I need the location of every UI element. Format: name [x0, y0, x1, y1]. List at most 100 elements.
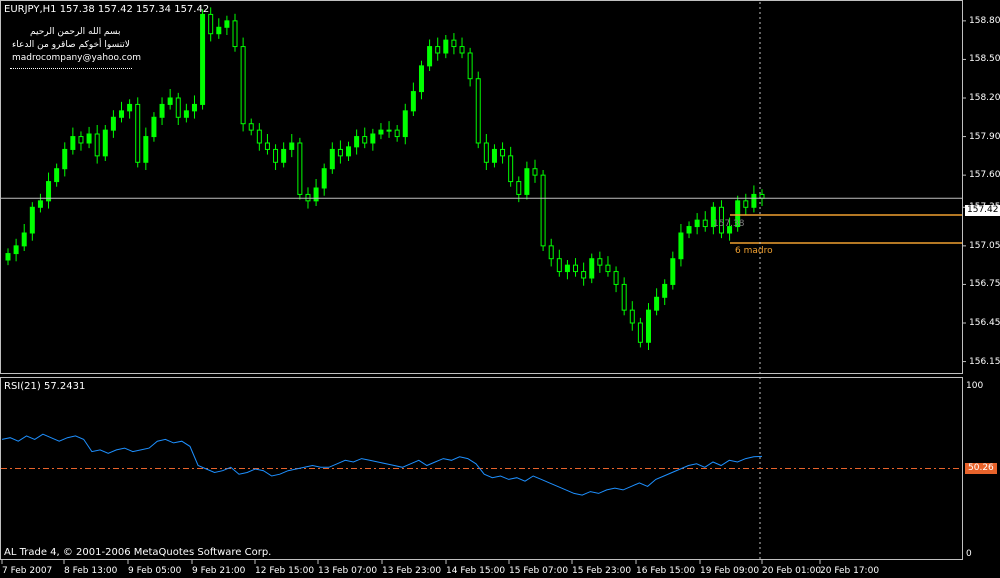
candle-bear: [573, 264, 579, 273]
candle-bull: [289, 142, 295, 150]
candle-bear: [532, 168, 538, 176]
comment-underline: [10, 68, 132, 69]
candle-bull: [127, 103, 133, 112]
candle-bull: [670, 258, 676, 285]
candle-bear: [467, 52, 473, 80]
candle-bull: [418, 65, 424, 93]
candle-bear: [475, 78, 481, 144]
candle-bull: [751, 193, 757, 208]
candle-bull: [346, 146, 352, 157]
candle-bull: [183, 110, 189, 118]
time-label: 9 Feb 05:00: [128, 566, 182, 576]
candle-bear: [621, 283, 627, 311]
time-label: 13 Feb 07:00: [318, 566, 378, 576]
candle-bull: [151, 116, 157, 138]
time-label: 12 Feb 15:00: [255, 566, 315, 576]
candle-bull: [313, 187, 319, 202]
rsi-line: [1, 433, 763, 496]
mt4-chart-window[interactable]: EURJPY,H1 157.38 157.42 157.34 157.42 بس…: [0, 0, 1000, 578]
candle-bear: [702, 219, 708, 228]
candle-bear: [175, 97, 181, 118]
candle-bull: [200, 13, 206, 105]
candle-bear: [459, 46, 465, 54]
candle-bear: [451, 39, 457, 48]
time-label: 19 Feb 09:00: [700, 566, 760, 576]
candle-bull: [281, 148, 287, 163]
price-label: 157.05: [969, 240, 1000, 251]
candle-bull: [224, 20, 230, 28]
price-label: 156.15: [969, 356, 1000, 367]
candle-bull: [5, 253, 11, 261]
chart-overlays: [1, 2, 962, 560]
current-price-badge: 157.42: [965, 205, 1000, 216]
candle-bear: [483, 142, 489, 163]
candle-bear: [581, 271, 587, 279]
candle-bear: [743, 200, 749, 208]
candle-bull: [354, 136, 360, 148]
lower-line-label: 6 madro: [735, 246, 773, 256]
candle-bear: [94, 133, 100, 157]
candle-bull: [143, 136, 149, 163]
candle-bull: [524, 168, 530, 195]
candle-bull: [589, 258, 595, 279]
candle-bull: [191, 103, 197, 112]
candle-bull: [13, 245, 19, 255]
candle-bull: [645, 309, 651, 343]
candle-bull: [321, 168, 327, 189]
rsi-axis-min: 0: [966, 549, 972, 559]
candle-bear: [78, 136, 84, 144]
time-label: 13 Feb 23:00: [382, 566, 442, 576]
candle-bull: [686, 226, 692, 234]
candle-bear: [297, 142, 303, 195]
time-label: 15 Feb 07:00: [509, 566, 569, 576]
candle-bear: [629, 309, 635, 324]
candle-bear: [264, 142, 270, 150]
time-label: 8 Feb 13:00: [64, 566, 118, 576]
rsi-title: RSI(21) 57.2431: [4, 381, 86, 392]
price-label: 157.90: [969, 131, 1000, 142]
price-label: 158.50: [969, 54, 1000, 65]
candle-bear: [500, 148, 506, 157]
candle-bull: [694, 219, 700, 228]
candle-bear: [605, 264, 611, 273]
candle-bear: [556, 258, 562, 273]
candle-bull: [119, 110, 125, 118]
time-label: 7 Feb 2007: [2, 566, 53, 576]
rsi-level-badge: 50.26: [965, 463, 997, 474]
chart-frame: [0, 0, 963, 560]
candle-bull: [159, 103, 165, 118]
candle-bull: [370, 133, 376, 144]
price-axis-ticks: [1, 20, 966, 564]
candle-bear: [508, 155, 514, 183]
candle-bull: [110, 116, 116, 131]
price-label: 156.45: [969, 318, 1000, 328]
candle-bull: [70, 136, 76, 150]
candle-bear: [516, 181, 522, 195]
candle-bear: [548, 245, 554, 260]
candle-bear: [637, 322, 643, 343]
symbol-header: EURJPY,H1 157.38 157.42 157.34 157.42: [4, 4, 210, 15]
price-label: 156.75: [969, 279, 1000, 290]
candle-bear: [135, 103, 141, 163]
candle-bear: [337, 148, 343, 157]
price-panel-border: [0, 0, 963, 374]
time-label: 15 Feb 23:00: [572, 566, 632, 576]
rsi-series: [1, 433, 962, 496]
candle-bull: [491, 148, 497, 163]
candle-bull: [410, 91, 416, 112]
candle-bull: [21, 232, 27, 247]
candle-bull: [378, 129, 384, 135]
candle-bear: [362, 136, 368, 144]
rsi-axis-max: 100: [966, 381, 984, 391]
price-label: 158.80: [969, 15, 1000, 26]
candle-bull: [654, 296, 660, 311]
chart-canvas[interactable]: [0, 0, 1000, 578]
candle-bull: [443, 39, 449, 54]
candle-bull: [37, 200, 43, 208]
candle-bull: [386, 129, 392, 132]
candle-bull: [678, 232, 684, 260]
candle-bull: [402, 110, 408, 138]
candle-bear: [256, 129, 262, 144]
candle-bull: [167, 97, 173, 105]
candle-bull: [54, 168, 60, 183]
